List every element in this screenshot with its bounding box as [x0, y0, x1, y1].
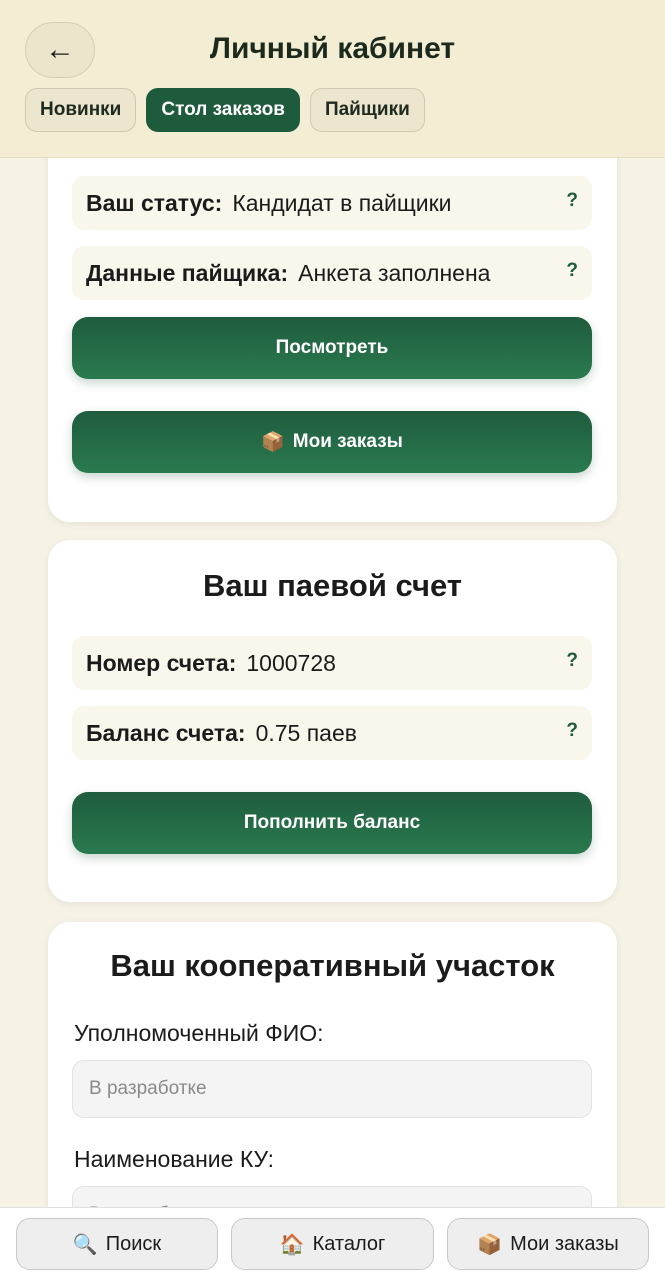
share-account-card: Ваш паевой счет Номер счета: 1000728 ? Б…: [48, 540, 617, 902]
my-orders-button-label: Мои заказы: [292, 431, 403, 452]
account-balance-row: Баланс счета: 0.75 паев ?: [72, 706, 592, 760]
nav-catalog-button[interactable]: 🏠 Каталог: [231, 1218, 434, 1270]
account-balance-value: 0.75 паев: [255, 719, 357, 746]
bottom-nav: 🔍 Поиск 🏠 Каталог 📦 Мои заказы: [0, 1207, 665, 1280]
top-up-balance-label: Пополнить баланс: [243, 812, 421, 833]
account-number-value: 1000728: [246, 649, 336, 676]
plot-card-title: Ваш кооперативный участок: [110, 948, 555, 983]
help-icon[interactable]: ?: [566, 260, 578, 282]
shareholder-data-label: Данные пайщика:: [86, 259, 289, 286]
account-card-title: Ваш паевой счет: [203, 568, 462, 603]
account-number-row: Номер счета: 1000728 ?: [72, 636, 592, 690]
my-orders-button[interactable]: 📦 Мои заказы: [72, 411, 592, 473]
status-label: Ваш статус:: [86, 189, 223, 216]
view-button-label: Посмотреть: [275, 337, 389, 358]
nav-catalog-label: Каталог: [312, 1232, 386, 1255]
home-icon: 🏠: [279, 1233, 305, 1256]
tab-order-desk[interactable]: Стол заказов: [146, 88, 300, 132]
plot-name-label: Наименование КУ:: [74, 1146, 274, 1172]
tab-new-items[interactable]: Новинки: [25, 88, 137, 132]
search-icon: 🔍: [72, 1233, 98, 1256]
nav-search-label: Поиск: [105, 1232, 162, 1255]
status-value: Кандидат в пайщики: [232, 189, 452, 216]
top-up-balance-button[interactable]: Пополнить баланс: [72, 792, 592, 854]
status-card: Ваш статус: Кандидат в пайщики ? Данные …: [48, 120, 617, 522]
shareholder-data-value: Анкета заполнена: [298, 259, 491, 286]
account-number-label: Номер счета:: [86, 649, 237, 676]
app-header: ← Личный кабинет Новинки Стол заказов Па…: [0, 0, 665, 158]
view-button[interactable]: Посмотреть: [72, 317, 592, 379]
package-icon: 📦: [261, 432, 285, 453]
cooperative-plot-card: Ваш кооперативный участок Уполномоченный…: [48, 922, 617, 1252]
authorized-person-label: Уполномоченный ФИО:: [74, 1020, 324, 1046]
page-title: Личный кабинет: [209, 32, 456, 65]
authorized-person-input[interactable]: [72, 1060, 592, 1118]
nav-my-orders-button[interactable]: 📦 Мои заказы: [447, 1218, 649, 1270]
nav-my-orders-label: Мои заказы: [510, 1232, 619, 1255]
account-balance-label: Баланс счета:: [86, 719, 246, 746]
nav-search-button[interactable]: 🔍 Поиск: [16, 1218, 218, 1270]
tab-shareholders[interactable]: Пайщики: [309, 88, 425, 132]
shareholder-data-row: Данные пайщика: Анкета заполнена ?: [72, 246, 592, 300]
package-icon: 📦: [477, 1233, 503, 1256]
tab-bar: Новинки Стол заказов Пайщики: [25, 88, 425, 132]
help-icon[interactable]: ?: [566, 190, 578, 212]
help-icon[interactable]: ?: [566, 720, 578, 742]
help-icon[interactable]: ?: [566, 650, 578, 672]
status-row: Ваш статус: Кандидат в пайщики ?: [72, 176, 592, 230]
